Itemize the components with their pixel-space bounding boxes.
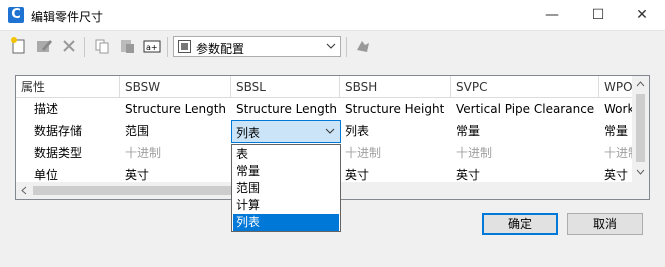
edit-icon[interactable] bbox=[33, 35, 55, 57]
column-header[interactable]: SBSW bbox=[120, 76, 231, 98]
delete-icon[interactable] bbox=[58, 35, 80, 57]
minimize-button[interactable]: — bbox=[529, 0, 575, 31]
grid-cell[interactable]: 列表 bbox=[340, 120, 451, 142]
grid-cell[interactable]: 范围 bbox=[120, 120, 231, 142]
toolbar-separator bbox=[167, 37, 168, 57]
column-header: 属性 bbox=[16, 76, 120, 98]
grid-cell[interactable]: Vertical Pipe Clearance bbox=[451, 98, 599, 120]
grid-cell[interactable]: 常量 bbox=[451, 120, 599, 142]
grid-cell[interactable]: Structure Length bbox=[231, 98, 340, 120]
ok-button[interactable]: 确定 bbox=[482, 213, 558, 235]
chevron-down-icon bbox=[326, 39, 336, 53]
maximize-button[interactable]: ☐ bbox=[575, 0, 621, 31]
cancel-button[interactable]: 取消 bbox=[567, 213, 643, 235]
grid-cell[interactable]: Structure Length bbox=[120, 98, 231, 120]
grid-cell[interactable]: 十进制 bbox=[599, 142, 635, 164]
scroll-up-icon bbox=[636, 81, 645, 87]
column-header[interactable]: SVPC bbox=[451, 76, 599, 98]
row-label: 数据存储 bbox=[34, 124, 83, 138]
grid-cell[interactable]: Structure Height bbox=[340, 98, 451, 120]
title-bar: C 编辑零件尺寸 — ☐ ✕ bbox=[0, 0, 665, 31]
dropdown-option[interactable]: 范围 bbox=[233, 180, 339, 197]
vertical-scrollbar[interactable] bbox=[632, 76, 649, 199]
parameter-config-combo[interactable]: 参数配置 bbox=[173, 36, 341, 57]
grid-cell[interactable]: Work bbox=[599, 98, 635, 120]
dropdown-option-selected[interactable]: 列表 bbox=[233, 214, 339, 231]
row-label: 描述 bbox=[34, 102, 59, 116]
grid-cell[interactable]: 常量 bbox=[599, 120, 635, 142]
close-button[interactable]: ✕ bbox=[619, 0, 665, 31]
scroll-left-icon bbox=[21, 186, 27, 195]
toolbar-separator bbox=[346, 37, 347, 57]
row-label: 数据类型 bbox=[34, 146, 83, 160]
column-header[interactable]: SBSL bbox=[231, 76, 340, 98]
grid-cell[interactable]: 十进制 bbox=[340, 142, 451, 164]
app-icon: C bbox=[8, 7, 24, 23]
column-header[interactable]: SBSH bbox=[340, 76, 451, 98]
window-title: 编辑零件尺寸 bbox=[31, 10, 104, 24]
grid-cell[interactable]: 十进制 bbox=[120, 142, 231, 164]
dropdown-list: 表 常量 范围 计算 列表 bbox=[231, 144, 341, 232]
new-icon[interactable] bbox=[8, 35, 30, 57]
dropdown-option[interactable]: 表 bbox=[233, 146, 339, 163]
toolbar-separator bbox=[84, 37, 85, 57]
copy-icon[interactable] bbox=[91, 35, 113, 57]
rename-icon[interactable]: a+ bbox=[141, 35, 163, 57]
dropdown-value: 列表 bbox=[236, 126, 261, 140]
scroll-down-icon bbox=[636, 169, 645, 175]
svg-text:a+: a+ bbox=[146, 43, 158, 52]
settings-icon[interactable] bbox=[352, 35, 374, 57]
grid-cell[interactable]: 十进制 bbox=[451, 142, 599, 164]
dropdown-option[interactable]: 常量 bbox=[233, 163, 339, 180]
dropdown-option[interactable]: 计算 bbox=[233, 197, 339, 214]
data-storage-dropdown[interactable]: 列表 bbox=[231, 120, 341, 143]
paste-icon[interactable] bbox=[116, 35, 138, 57]
config-icon bbox=[178, 40, 191, 53]
combo-value: 参数配置 bbox=[196, 42, 245, 56]
chevron-down-icon bbox=[325, 125, 335, 137]
